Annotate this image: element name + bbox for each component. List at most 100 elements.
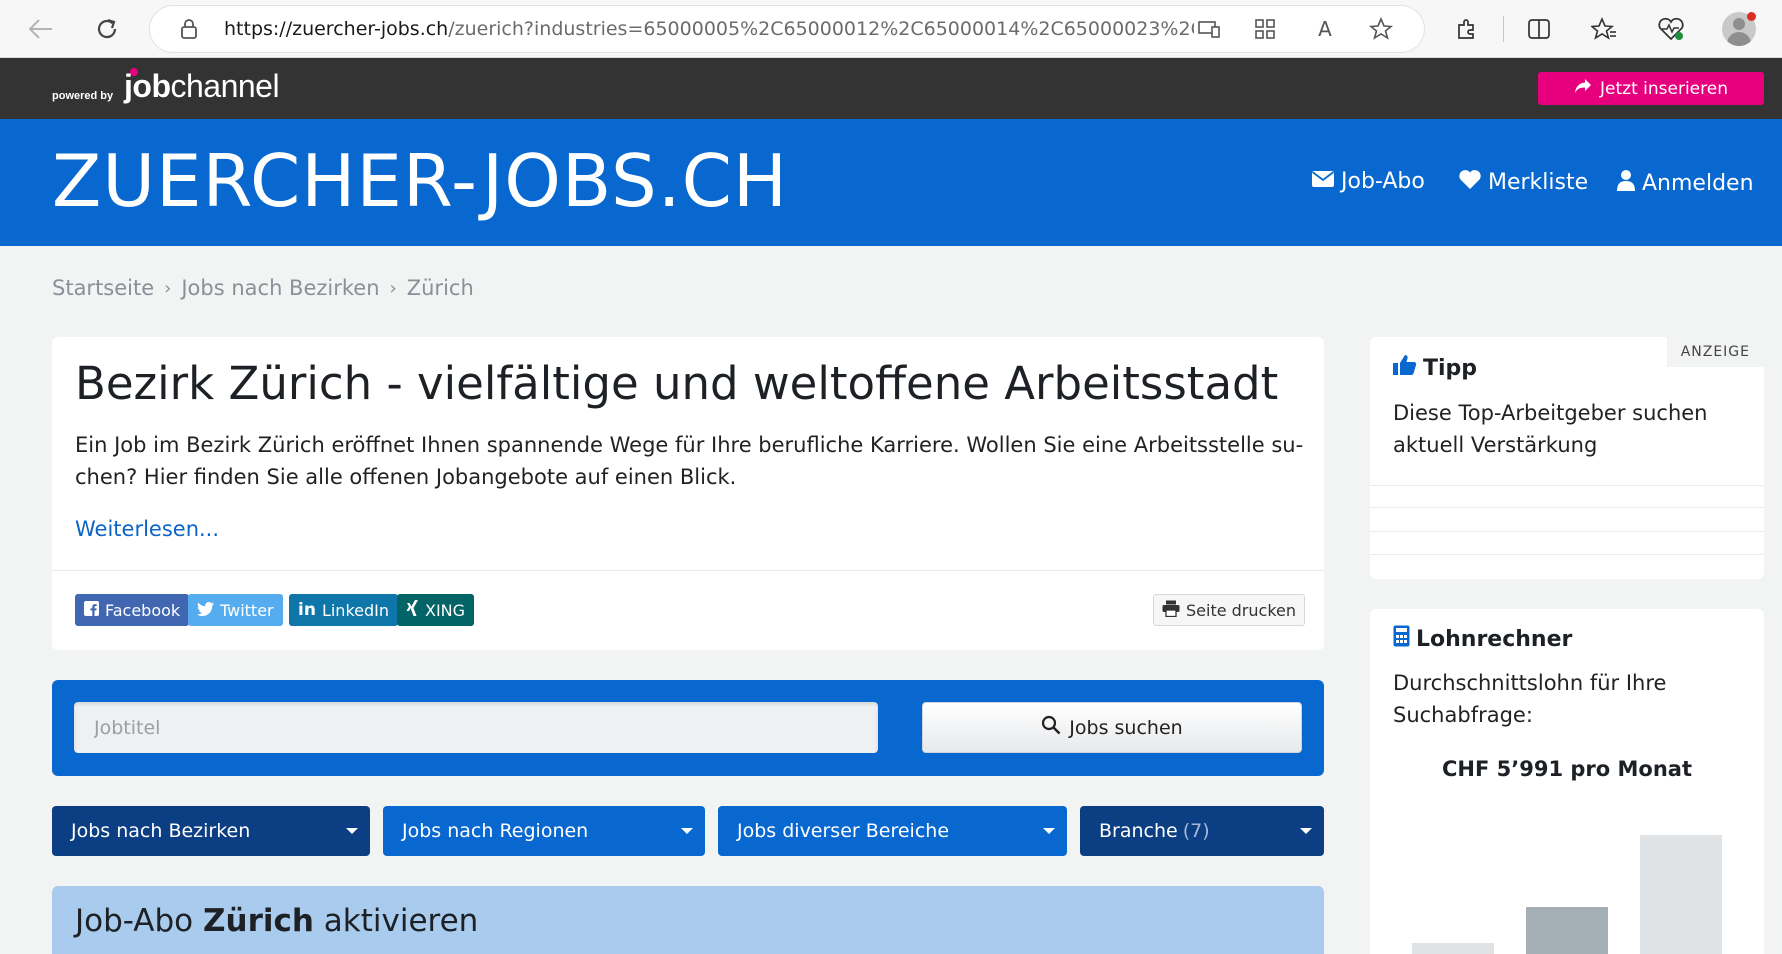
print-label: Seite drucken — [1186, 600, 1296, 620]
heart-icon — [1458, 169, 1482, 196]
divider — [1370, 485, 1764, 486]
job-abo-title: Job-Abo Zürich aktivieren — [75, 903, 478, 939]
dropdown-bezirke[interactable]: Jobs nach Bezirken — [52, 806, 370, 856]
share-icon — [1574, 78, 1592, 99]
extensions-icon[interactable] — [1448, 10, 1486, 48]
logo-bold: job — [124, 68, 171, 104]
salary-calculator-card: Lohnrechner Durchschnittslohn für Ihre S… — [1370, 609, 1764, 954]
divider — [1370, 531, 1764, 532]
facebook-label: Facebook — [105, 600, 181, 620]
job-abo-label: Job-Abo — [1341, 169, 1425, 194]
refresh-icon[interactable] — [88, 10, 126, 48]
search-icon — [1041, 715, 1061, 740]
dropdown-regionen[interactable]: Jobs nach Regionen — [383, 806, 705, 856]
twitter-icon — [197, 601, 214, 620]
dropdown-branche[interactable]: Branche (7) — [1080, 806, 1324, 856]
job-title-input[interactable] — [74, 702, 878, 753]
caret-down-icon — [1043, 828, 1055, 834]
job-abo-place: Zürich — [203, 903, 314, 939]
intro-card: Bezirk Zürich - vielfältige und weltoffe… — [52, 337, 1324, 650]
divider — [1370, 507, 1764, 508]
xing-icon — [406, 600, 419, 620]
url-path: /zuerich?industries=65000005%2C65000012%… — [448, 18, 1194, 40]
tipp-heading: Tipp — [1393, 354, 1477, 382]
site-title[interactable]: ZUERCHER-JOBS.CH — [52, 145, 788, 217]
print-button[interactable]: Seite drucken — [1153, 594, 1305, 626]
page-title: Bezirk Zürich - vielfältige und weltoffe… — [75, 357, 1279, 410]
intro-text: Ein Job im Bezirk Zürich eröffnet Ihnen … — [75, 433, 1304, 489]
job-abo-panel: Job-Abo Zürich aktivieren — [52, 886, 1324, 954]
calculator-icon — [1393, 625, 1410, 653]
jobchannel-logo[interactable]: jobchannel — [124, 68, 280, 105]
toolbar-separator — [1503, 16, 1504, 42]
address-bar[interactable]: https://zuercher-jobs.ch/zuerich?industr… — [150, 6, 1424, 52]
xing-share-button[interactable]: XING — [397, 594, 475, 626]
linkedin-share-button[interactable]: in LinkedIn — [289, 594, 398, 626]
twitter-label: Twitter — [220, 600, 274, 620]
health-icon[interactable] — [1652, 10, 1690, 48]
anmelden-label: Anmelden — [1642, 170, 1754, 196]
caret-down-icon — [1300, 828, 1312, 834]
dropdown-bereiche-label: Jobs diverser Bereiche — [737, 820, 950, 842]
dropdown-bereiche[interactable]: Jobs diverser Bereiche — [718, 806, 1067, 856]
star-icon[interactable] — [1366, 14, 1396, 44]
search-panel: Jobs suchen — [52, 680, 1324, 776]
anmelden-link[interactable]: Anmelden — [1616, 169, 1754, 197]
insert-job-label: Jetzt inserieren — [1600, 78, 1728, 99]
print-icon — [1162, 600, 1180, 621]
salary-calculator-heading: Lohnrechner — [1393, 625, 1572, 653]
salary-bar-high — [1640, 835, 1722, 954]
branche-count: (7) — [1182, 820, 1210, 842]
powered-by-label: powered by — [52, 90, 114, 102]
search-jobs-button[interactable]: Jobs suchen — [922, 702, 1302, 753]
job-abo-link[interactable]: Job-Abo — [1311, 169, 1425, 194]
back-icon[interactable] — [22, 10, 60, 48]
thumbs-up-icon — [1393, 354, 1417, 382]
salary-calculator-title: Lohnrechner — [1416, 626, 1573, 652]
linkedin-label: LinkedIn — [321, 600, 389, 620]
url-text[interactable]: https://zuercher-jobs.ch/zuerich?industr… — [224, 18, 1194, 40]
breadcrumb-startseite[interactable]: Startseite — [52, 276, 154, 300]
divider — [52, 570, 1324, 571]
logo-rest: channel — [170, 68, 280, 104]
browser-toolbar: https://zuercher-jobs.ch/zuerich?industr… — [0, 0, 1782, 58]
tipp-title: Tipp — [1423, 355, 1478, 381]
dropdown-regionen-label: Jobs nach Regionen — [402, 820, 589, 842]
apps-icon[interactable] — [1250, 14, 1280, 44]
ad-badge: ANZEIGE — [1666, 337, 1764, 367]
tipp-card: ANZEIGE Tipp Diese Top-Arbeitgeber suche… — [1370, 337, 1764, 579]
xing-label: XING — [425, 600, 466, 620]
salary-calculator-text: Durchschnittslohn für Ihre Suchabfrage: — [1393, 671, 1667, 727]
salary-bar-low — [1412, 943, 1494, 954]
read-aloud-icon[interactable]: A — [1310, 14, 1340, 44]
insert-job-button[interactable]: Jetzt inserieren — [1538, 72, 1764, 105]
linkedin-icon: in — [298, 600, 316, 620]
job-abo-suffix: aktivieren — [323, 903, 479, 939]
read-more-link[interactable]: Weiterlesen... — [75, 517, 219, 541]
envelope-icon — [1311, 169, 1335, 194]
device-icon[interactable] — [1194, 14, 1224, 44]
breadcrumb-current: Zürich — [406, 276, 474, 300]
facebook-share-button[interactable]: Facebook — [75, 594, 190, 626]
divider — [1370, 554, 1764, 555]
split-screen-icon[interactable] — [1520, 10, 1558, 48]
caret-down-icon — [346, 828, 358, 834]
merkliste-label: Merkliste — [1488, 170, 1589, 195]
twitter-share-button[interactable]: Twitter — [188, 594, 283, 626]
search-jobs-label: Jobs suchen — [1069, 716, 1183, 739]
caret-down-icon — [681, 828, 693, 834]
dropdown-bezirke-label: Jobs nach Bezirken — [71, 820, 251, 842]
breadcrumb: Startseite › Jobs nach Bezirken › Zürich — [52, 276, 474, 300]
tipp-text: Diese Top-Arbeitgeber suchen aktuell Ver… — [1393, 401, 1708, 457]
lock-icon[interactable] — [174, 14, 204, 44]
dropdown-branche-label: Branche — [1099, 820, 1178, 842]
breadcrumb-bezirke[interactable]: Jobs nach Bezirken — [181, 276, 379, 300]
jobchannel-bar: powered by jobchannel Jetzt inserieren — [0, 58, 1782, 119]
favorites-icon[interactable] — [1585, 10, 1623, 48]
salary-bar-mid — [1526, 907, 1608, 954]
merkliste-link[interactable]: Merkliste — [1458, 169, 1588, 196]
chevron-right-icon: › — [164, 277, 172, 299]
job-abo-prefix: Job-Abo — [75, 903, 194, 939]
facebook-icon — [84, 600, 99, 620]
url-host: https://zuercher-jobs.ch — [224, 18, 449, 40]
